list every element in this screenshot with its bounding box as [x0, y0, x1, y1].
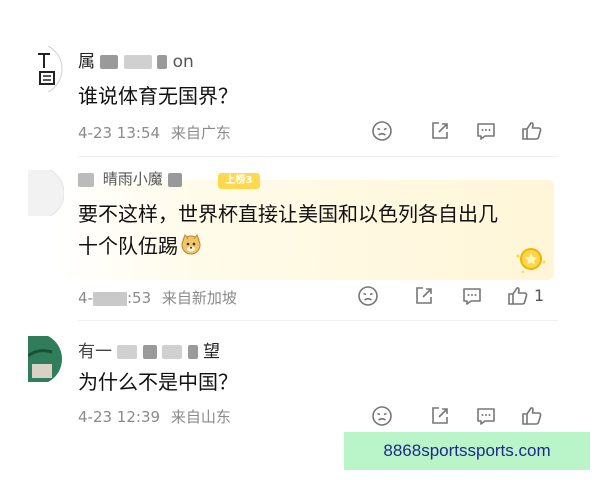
- comment-author[interactable]: 属 on: [78, 47, 194, 72]
- comment-author[interactable]: 晴雨小魔: [78, 168, 182, 189]
- comment-time: 4-:53: [78, 289, 152, 307]
- avatar[interactable]: [28, 170, 64, 216]
- comment-text-line2: 十个队伍踢: [78, 230, 202, 264]
- like-thumb-icon[interactable]: [506, 284, 530, 308]
- comment-actions: [370, 404, 550, 428]
- doge-emoji-icon: [180, 232, 202, 264]
- divider: [78, 156, 558, 157]
- comment-text: 要不这样，世界杯直接让美国和以色列各自出几: [78, 202, 498, 226]
- avatar[interactable]: [28, 336, 64, 382]
- like-thumb-icon[interactable]: [520, 404, 544, 428]
- watermark-text: 8868sportssports.com: [383, 441, 551, 460]
- comment-actions: 1: [356, 284, 556, 308]
- dislike-face-icon[interactable]: [370, 119, 394, 143]
- share-icon[interactable]: [428, 119, 452, 143]
- comment-meta: 4-:53 来自新加坡: [78, 287, 237, 308]
- like-count: 1: [534, 286, 545, 305]
- share-icon[interactable]: [412, 284, 436, 308]
- avatar-image-icon: [28, 170, 64, 216]
- comment-meta: 4-23 12:39 来自山东: [78, 406, 231, 427]
- comment-location: 来自广东: [170, 124, 231, 142]
- comment-text: 谁说体育无国界？: [78, 84, 238, 108]
- divider: [78, 320, 558, 321]
- comment-time: 4-23 12:39: [78, 408, 161, 426]
- comment-location: 来自新加坡: [161, 289, 237, 307]
- comment-icon[interactable]: [474, 404, 498, 428]
- dislike-face-icon[interactable]: [356, 284, 380, 308]
- avatar-image-icon: [28, 336, 62, 382]
- dislike-face-icon[interactable]: [370, 404, 394, 428]
- comment-location: 来自山东: [170, 408, 231, 426]
- comment-actions: [370, 119, 550, 143]
- ranking-badge: 上榜3: [218, 173, 260, 189]
- comment-time: 4-23 13:54: [78, 124, 161, 142]
- avatar-image-icon: [28, 46, 64, 92]
- comment-text: 为什么不是中国？: [78, 370, 238, 394]
- avatar[interactable]: [28, 46, 64, 92]
- comment-meta: 4-23 13:54 来自广东: [78, 122, 231, 143]
- comment-icon[interactable]: [460, 284, 484, 308]
- medal-icon: [514, 242, 548, 276]
- comment-icon[interactable]: [474, 119, 498, 143]
- comment-author[interactable]: 有一 望: [78, 337, 220, 362]
- share-icon[interactable]: [428, 404, 452, 428]
- watermark-banner: 8868sportssports.com: [344, 432, 590, 470]
- like-thumb-icon[interactable]: [520, 119, 544, 143]
